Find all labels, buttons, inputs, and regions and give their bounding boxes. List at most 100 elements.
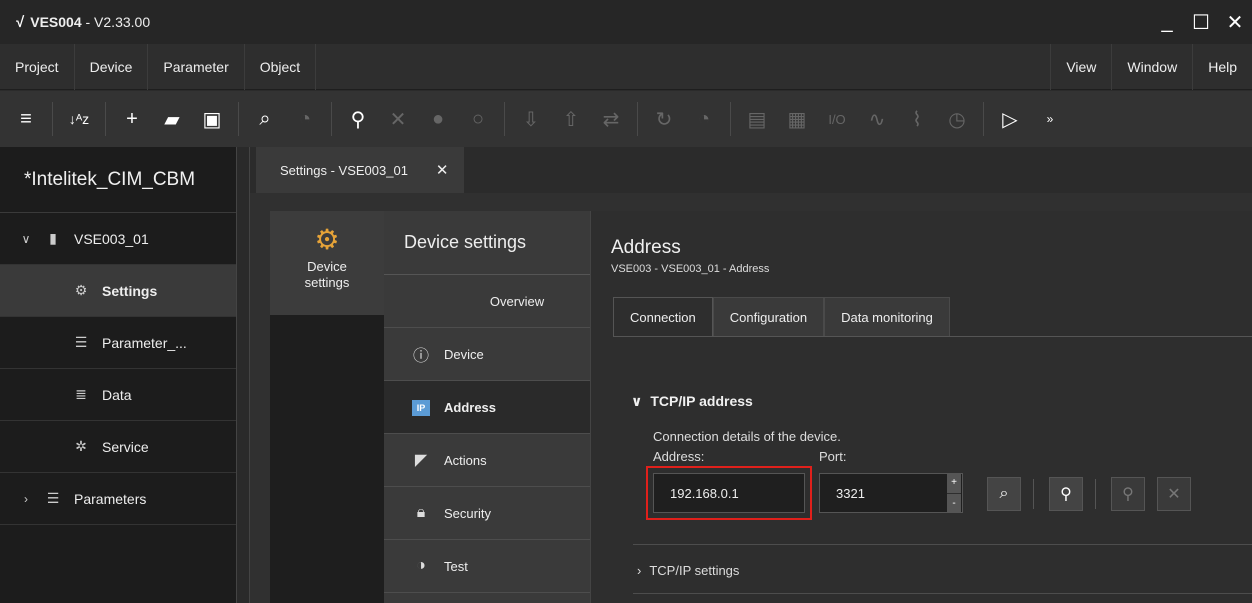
- section-actions[interactable]: ◤ Actions: [384, 434, 590, 487]
- app-logo-icon: √: [16, 13, 25, 31]
- signal-icon[interactable]: ∿: [860, 102, 894, 136]
- category-device-settings[interactable]: ⚙ Device settings: [270, 211, 384, 315]
- clock-icon[interactable]: ◷: [940, 102, 974, 136]
- tab-configuration[interactable]: Configuration: [712, 297, 825, 337]
- tree-item-settings[interactable]: ⚙ Settings: [0, 265, 236, 317]
- breadcrumb: VSE003 - VSE003_01 - Address: [611, 263, 770, 275]
- menu-view[interactable]: View: [1050, 43, 1111, 90]
- section-list: Device settings Overview ⓘ Device IP Add…: [384, 211, 590, 603]
- category-column: ⚙ Device settings: [270, 211, 384, 603]
- toolbar: ≡ ↓ᴬz + ▰ ▣ ⌕ ◔ ⚲ ✕ ● ○ ⇩ ⇧ ⇄ ↻ ◔ ▤ ▦ I/…: [0, 91, 1252, 147]
- unplug-icon: ✕: [1167, 486, 1181, 503]
- gear-icon: ⚙: [74, 282, 88, 298]
- display-icon[interactable]: ▦: [780, 102, 814, 136]
- wrench-gear-icon: ⚙: [314, 224, 340, 255]
- user-icon[interactable]: ●: [421, 102, 455, 136]
- increment-button[interactable]: +: [947, 473, 961, 493]
- title-bar: √ VES004 - V2.33.00 _ ☐ ✕: [0, 0, 1252, 44]
- menu-device[interactable]: Device: [75, 43, 149, 90]
- tab-connection[interactable]: Connection: [613, 297, 713, 337]
- refresh-icon[interactable]: ↻: [647, 102, 681, 136]
- more-icon[interactable]: »: [1033, 102, 1067, 136]
- tree-item-service[interactable]: ✲ Service: [0, 421, 236, 473]
- plug-button[interactable]: ⚲: [1111, 477, 1145, 511]
- chevron-right-icon[interactable]: ›: [16, 492, 36, 506]
- sliders-icon: ☰: [46, 490, 60, 506]
- address-panel: Address VSE003 - VSE003_01 - Address Con…: [590, 211, 1252, 603]
- unplug-button[interactable]: ✕: [1157, 477, 1191, 511]
- close-tab-icon[interactable]: ✕: [436, 161, 449, 179]
- port-label: Port:: [819, 449, 847, 464]
- maximize-button[interactable]: ☐: [1184, 10, 1218, 35]
- ip-icon: IP: [410, 398, 432, 416]
- pulse-icon[interactable]: ⌇: [900, 102, 934, 136]
- device-icon: ▮: [49, 230, 57, 246]
- search-icon[interactable]: ⌕: [248, 102, 282, 136]
- chart-icon[interactable]: ▤: [740, 102, 774, 136]
- save-icon[interactable]: ▣: [195, 102, 229, 136]
- upload-icon[interactable]: ⇧: [554, 102, 588, 136]
- database-icon: ≣: [75, 386, 87, 402]
- scan-icon[interactable]: ◔: [288, 102, 322, 136]
- search-device-button[interactable]: ⌕: [987, 477, 1021, 511]
- close-button[interactable]: ✕: [1218, 10, 1252, 35]
- highlight-box: [646, 466, 812, 520]
- scan2-icon[interactable]: ◔: [687, 102, 721, 136]
- sort-icon[interactable]: ↓ᴬz: [62, 102, 96, 136]
- subtabs: Connection Configuration Data monitoring: [613, 297, 950, 337]
- sliders-icon: ☰: [74, 334, 88, 350]
- tree-item-data[interactable]: ≣ Data: [0, 369, 236, 421]
- section-overview[interactable]: Overview: [384, 275, 590, 328]
- disconnect-icon[interactable]: ✕: [381, 102, 415, 136]
- settings-content: ⚙ Device settings Device settings Overvi…: [250, 193, 1252, 603]
- section-device[interactable]: ⓘ Device: [384, 328, 590, 381]
- address-label: Address:: [653, 449, 705, 464]
- tcpip-settings-group[interactable]: › TCP/IP settings: [637, 563, 739, 578]
- open-folder-icon[interactable]: ▰: [155, 102, 189, 136]
- port-stepper[interactable]: + -: [947, 473, 961, 513]
- compare-icon[interactable]: ⇄: [594, 102, 628, 136]
- menu-window[interactable]: Window: [1111, 43, 1192, 90]
- section-security[interactable]: 🔒︎ Security: [384, 487, 590, 540]
- chevron-down-icon[interactable]: ∨: [16, 232, 36, 246]
- play-icon[interactable]: ▷: [993, 102, 1027, 136]
- flag-icon: ◤: [414, 452, 428, 469]
- section-address[interactable]: IP Address: [384, 381, 590, 434]
- sidebar-splitter[interactable]: [236, 147, 250, 603]
- section-header: Device settings: [384, 211, 590, 275]
- section-test[interactable]: ◑ Test: [384, 540, 590, 593]
- menu-object[interactable]: Object: [245, 43, 317, 90]
- info-icon: ⓘ: [412, 348, 429, 365]
- tree-item-device[interactable]: ∨ ▮ VSE003_01: [0, 213, 236, 265]
- search-icon: ⌕: [999, 485, 1009, 502]
- minimize-button[interactable]: _: [1150, 11, 1184, 34]
- decrement-button[interactable]: -: [947, 493, 961, 513]
- document-tabs: Settings - VSE003_01 ✕: [250, 147, 1252, 193]
- download-icon[interactable]: ⇩: [514, 102, 548, 136]
- menu-help[interactable]: Help: [1192, 43, 1252, 90]
- tcpip-address-group[interactable]: ∨ TCP/IP address: [631, 393, 753, 410]
- window-title: VES004 - V2.33.00: [30, 14, 151, 30]
- tree-item-parameter[interactable]: ☰ Parameter_...: [0, 317, 236, 369]
- chevron-down-icon: ∨: [631, 393, 643, 409]
- chevron-right-icon: ›: [637, 563, 642, 578]
- connect-button[interactable]: ⚲: [1049, 477, 1083, 511]
- menu-icon[interactable]: ≡: [9, 102, 43, 136]
- io-icon[interactable]: I/O: [820, 102, 854, 136]
- lock-icon: 🔒︎: [416, 504, 426, 521]
- add-icon[interactable]: +: [115, 102, 149, 136]
- user-outline-icon[interactable]: ○: [461, 102, 495, 136]
- project-tree: *Intelitek_CIM_CBM ∨ ▮ VSE003_01 ⚙ Setti…: [0, 147, 236, 603]
- port-input[interactable]: 3321: [819, 473, 963, 513]
- project-name[interactable]: *Intelitek_CIM_CBM: [0, 147, 236, 213]
- tab-settings-vse003[interactable]: Settings - VSE003_01 ✕: [256, 147, 464, 193]
- group-description: Connection details of the device.: [653, 429, 841, 444]
- test-icon: ◑: [416, 557, 426, 574]
- menu-project[interactable]: Project: [0, 43, 75, 90]
- menu-parameter[interactable]: Parameter: [148, 43, 245, 90]
- menu-bar: Project Device Parameter Object View Win…: [0, 43, 1252, 90]
- connect-icon[interactable]: ⚲: [341, 102, 375, 136]
- tab-data-monitoring[interactable]: Data monitoring: [824, 297, 950, 337]
- page-title: Address: [611, 237, 681, 258]
- tree-item-parameters[interactable]: › ☰ Parameters: [0, 473, 236, 525]
